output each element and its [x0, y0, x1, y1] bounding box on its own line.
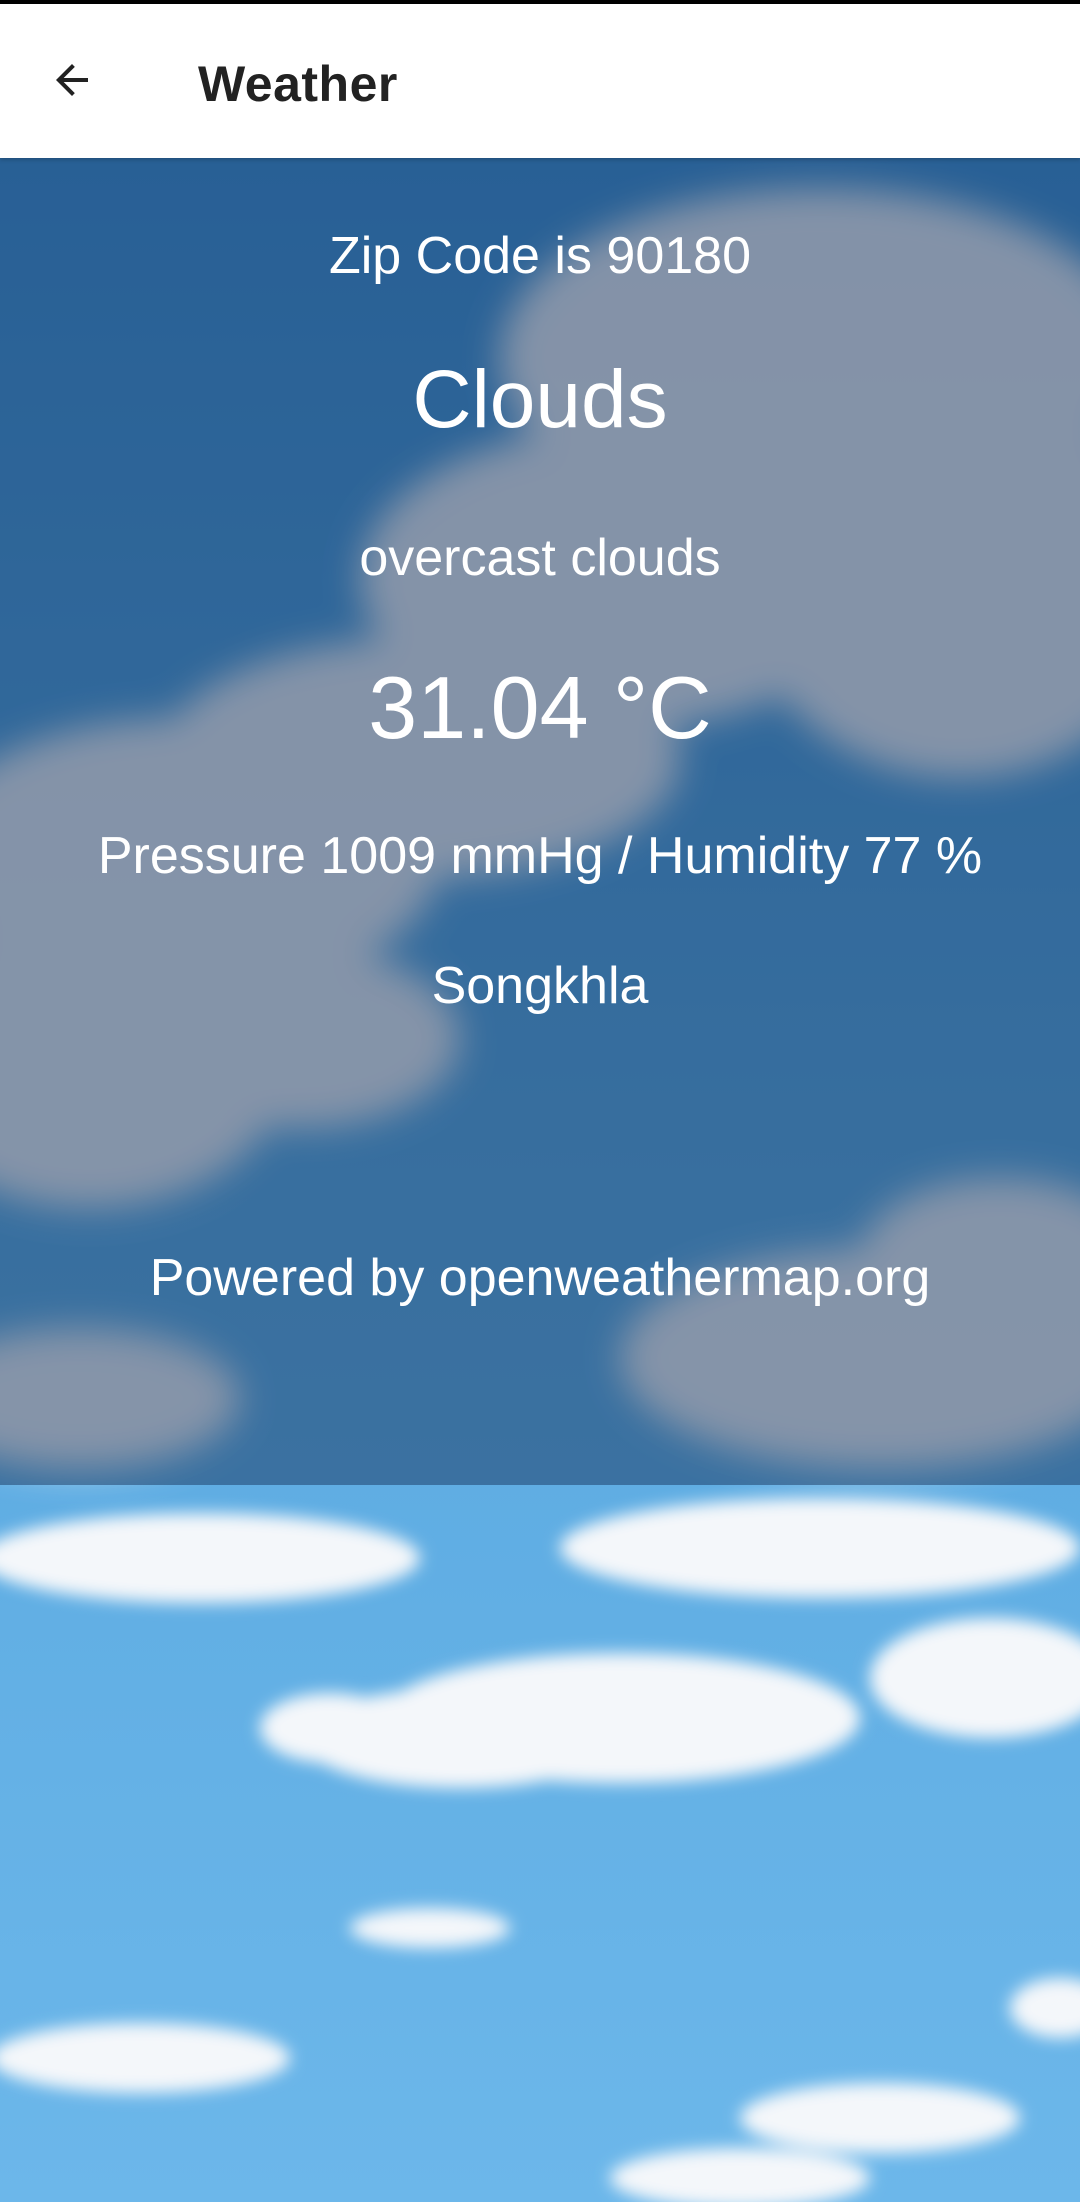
- zip-code-text: Zip Code is 90180: [328, 227, 752, 285]
- weather-main: Clouds: [412, 354, 668, 445]
- arrow-back-icon: [56, 64, 88, 96]
- app-bar: Weather: [0, 4, 1080, 158]
- weather-description: overcast clouds: [359, 529, 721, 587]
- page-title: Weather: [198, 56, 398, 112]
- back-button[interactable]: [30, 38, 114, 122]
- temperature: 31.04 °C: [368, 658, 712, 757]
- city-name: Songkhla: [431, 957, 649, 1015]
- pressure-humidity: Pressure 1009 mmHg / Humidity 77 %: [97, 827, 983, 885]
- powered-by-text: Powered by openweathermap.org: [149, 1249, 931, 1307]
- weather-screen: Weather Zip Code is 90180 Clouds overcas…: [0, 0, 1080, 2202]
